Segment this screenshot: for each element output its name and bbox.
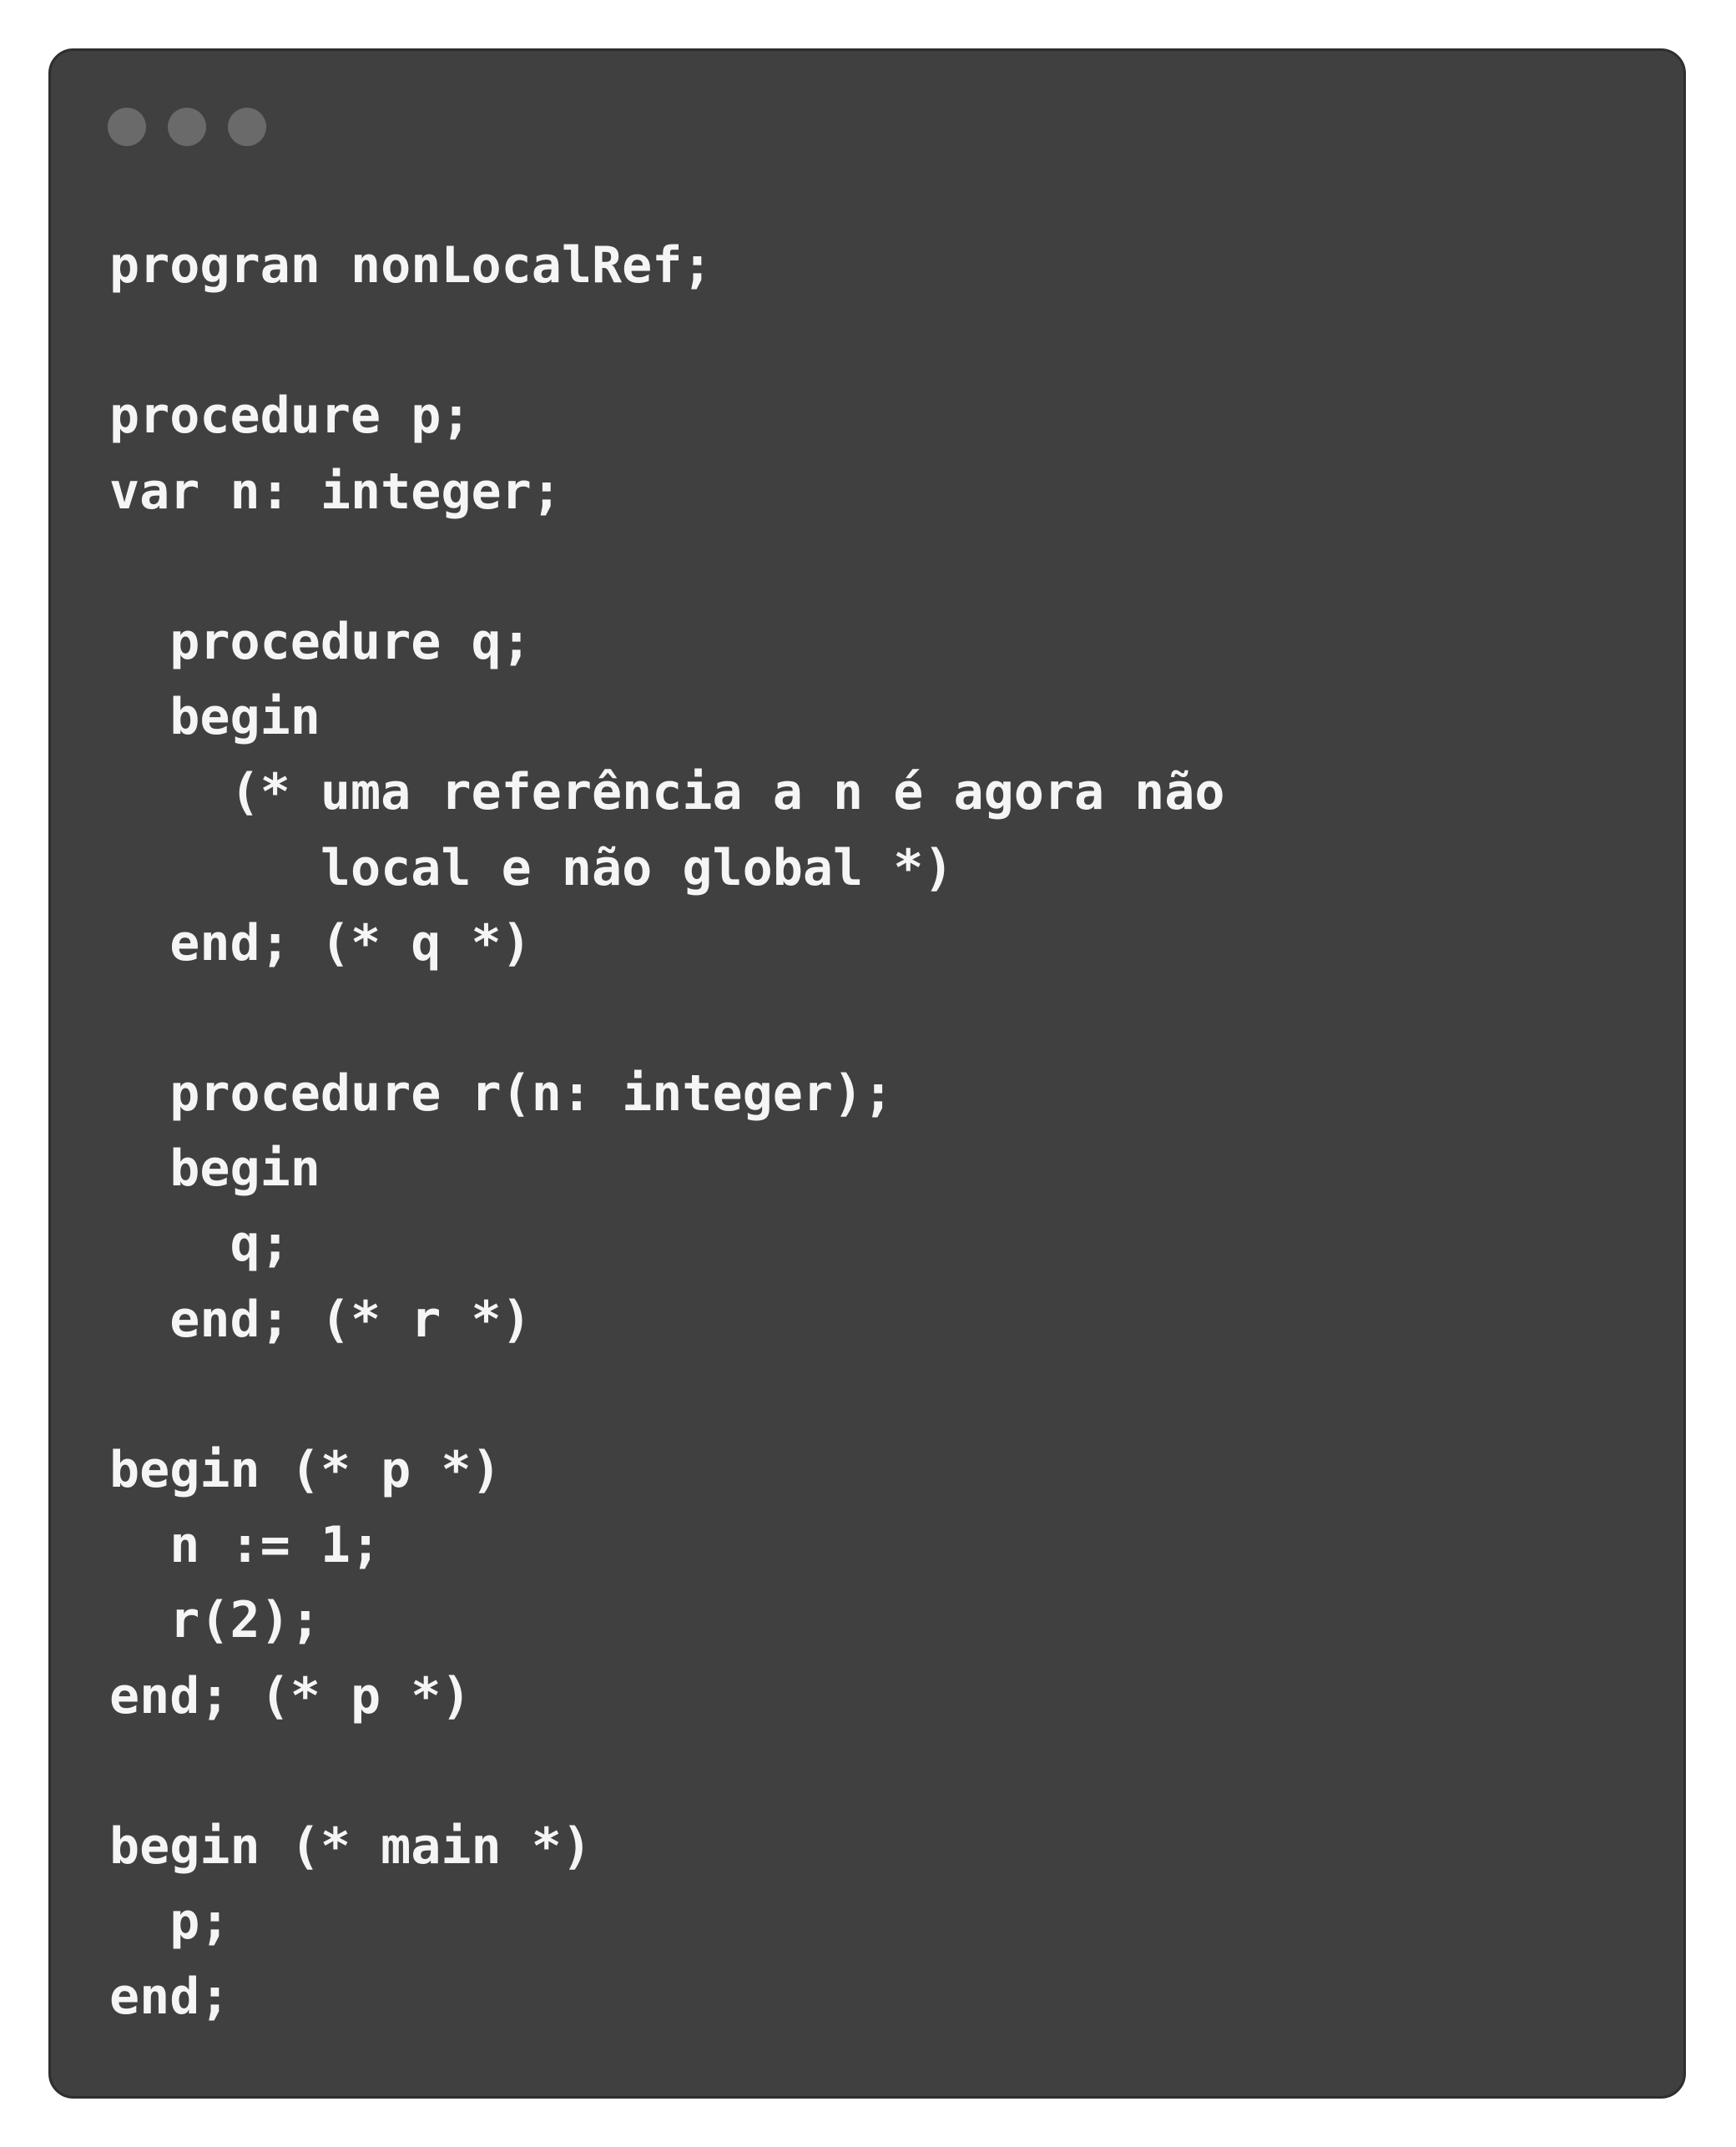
code-line: progran nonLocalRef;: [109, 236, 713, 295]
code-line: q;: [109, 1215, 290, 1274]
maximize-dot-icon[interactable]: [228, 108, 266, 146]
code-block: progran nonLocalRef; procedure p; var n: i…: [109, 228, 1225, 2035]
code-line: procedure r(n: integer);: [109, 1064, 894, 1124]
code-line: end; (* q *): [109, 913, 532, 972]
close-dot-icon[interactable]: [108, 108, 146, 146]
code-line: end; (* r *): [109, 1290, 532, 1349]
code-line: local e não global *): [109, 838, 954, 897]
code-line: begin (* main *): [109, 1816, 592, 1876]
minimize-dot-icon[interactable]: [168, 108, 206, 146]
code-line: begin (* p *): [109, 1441, 502, 1499]
window-controls: [108, 108, 266, 146]
code-line: end; (* p *): [109, 1666, 472, 1725]
code-line: r(2);: [109, 1591, 320, 1650]
code-line: end;: [109, 1968, 230, 2027]
code-line: p;: [109, 1892, 230, 1952]
code-line: n := 1;: [109, 1516, 381, 1575]
code-line: begin: [109, 688, 320, 747]
code-window: progran nonLocalRef; procedure p; var n: i…: [48, 48, 1686, 2099]
code-line: begin: [109, 1139, 320, 1199]
code-line: (* uma referência a n é agora não: [109, 763, 1225, 822]
code-line: procedure q;: [109, 612, 532, 671]
code-line: procedure p;: [109, 386, 472, 446]
code-line: var n: integer;: [109, 462, 562, 521]
